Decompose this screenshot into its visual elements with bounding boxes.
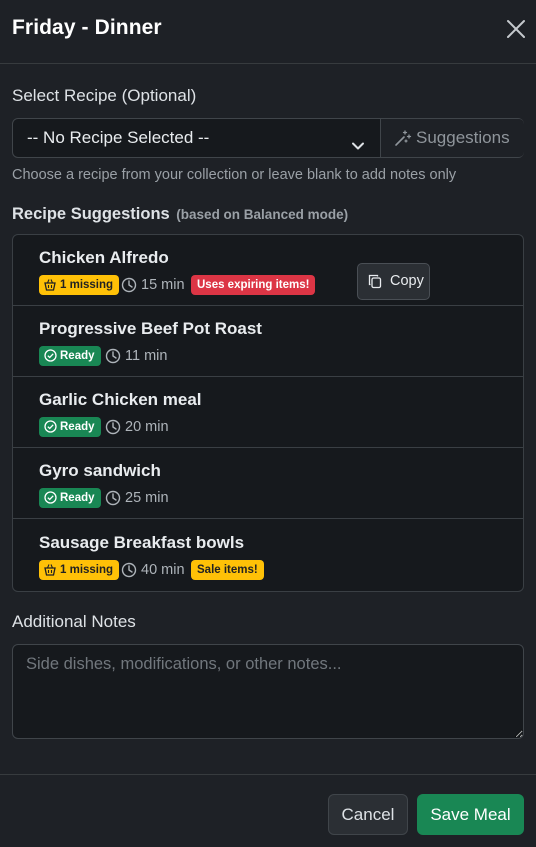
- suggestion-item-sausage-bowls[interactable]: Sausage Breakfast bowls 1 missing 40 min Sa…: [13, 520, 523, 591]
- cancel-button[interactable]: Cancel: [328, 794, 408, 835]
- ready-badge: Ready: [39, 488, 101, 508]
- suggestions-list: Chicken Alfredo 1 missing 15 min Uses expir…: [12, 234, 524, 592]
- modal-title: Friday - Dinner: [12, 16, 162, 39]
- notes-textarea[interactable]: [12, 644, 524, 739]
- suggestion-item-chicken-alfredo[interactable]: Chicken Alfredo 1 missing 15 min Uses expir…: [13, 235, 523, 306]
- recipe-select-label: Select Recipe (Optional): [12, 86, 197, 105]
- expiring-items-badge: Uses expiring items!: [191, 275, 316, 295]
- suggestions-button[interactable]: Suggestions: [380, 119, 524, 157]
- magic-wand-icon: [395, 130, 412, 146]
- modal-header: Friday - Dinner: [0, 0, 536, 64]
- suggestion-name: Chicken Alfredo: [39, 248, 169, 267]
- suggestion-name: Gyro sandwich: [39, 461, 161, 480]
- cook-time: 40 min: [121, 560, 185, 580]
- recipe-help-text: Choose a recipe from your collection or …: [12, 167, 457, 183]
- ready-badge: Ready: [39, 417, 101, 437]
- close-icon[interactable]: [503, 16, 529, 42]
- recipe-select-value: -- No Recipe Selected --: [27, 128, 210, 147]
- suggestion-name: Garlic Chicken meal: [39, 390, 202, 409]
- suggestion-name: Progressive Beef Pot Roast: [39, 319, 262, 338]
- cook-time: 11 min: [105, 346, 167, 366]
- suggestions-heading: Recipe Suggestions (based on Balanced mo…: [12, 205, 348, 224]
- suggestion-item-garlic-chicken[interactable]: Garlic Chicken meal Ready 20 min: [13, 377, 523, 448]
- cook-time: 25 min: [105, 488, 169, 508]
- notes-label: Additional Notes: [12, 612, 136, 631]
- meal-modal: Friday - Dinner Select Recipe (Optional)…: [0, 0, 536, 847]
- suggestions-title: Recipe Suggestions: [12, 205, 170, 223]
- missing-badge: 1 missing: [39, 560, 120, 580]
- save-meal-button[interactable]: Save Meal: [417, 794, 524, 835]
- missing-badge: 1 missing: [39, 275, 120, 295]
- chevron-down-icon: [350, 130, 366, 150]
- suggestions-mode-note: (based on Balanced mode): [176, 207, 349, 222]
- suggestion-item-gyro-sandwich[interactable]: Gyro sandwich Ready 25 min: [13, 448, 523, 519]
- recipe-select[interactable]: -- No Recipe Selected --: [13, 119, 380, 157]
- sale-items-badge: Sale items!: [191, 560, 264, 580]
- cook-time: 15 min: [121, 275, 185, 295]
- recipe-select-group: -- No Recipe Selected -- Suggestions: [12, 118, 524, 158]
- suggestion-item-beef-pot-roast[interactable]: Progressive Beef Pot Roast Ready 11 min: [13, 306, 523, 377]
- suggestion-name: Sausage Breakfast bowls: [39, 533, 245, 552]
- suggestions-button-label: Suggestions: [416, 128, 510, 147]
- modal-footer: Cancel Save Meal: [0, 774, 536, 847]
- ready-badge: Ready: [39, 346, 101, 366]
- copy-button[interactable]: Copy: [357, 263, 430, 300]
- cook-time: 20 min: [105, 417, 169, 437]
